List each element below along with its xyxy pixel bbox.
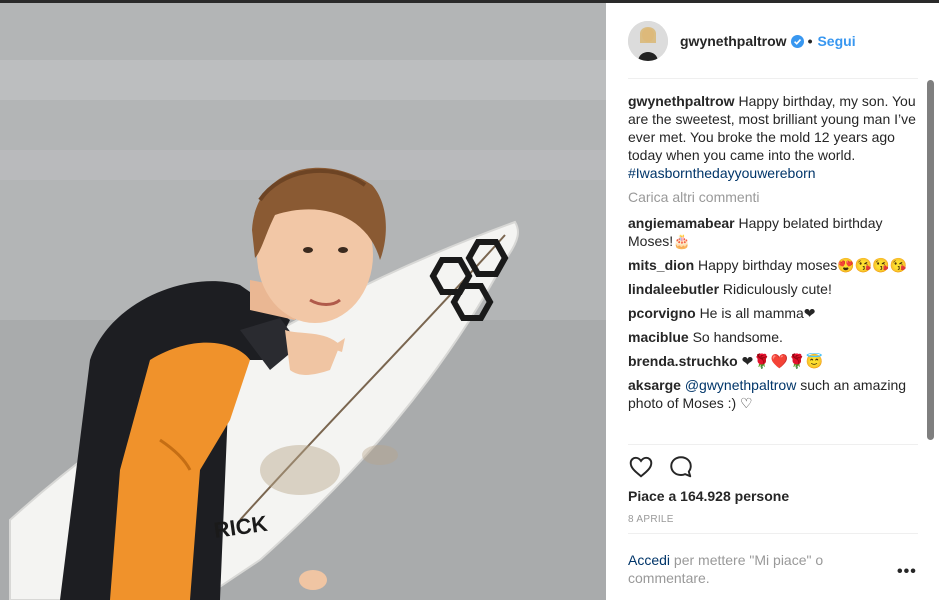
post-photo[interactable]: RICK <box>0 0 606 600</box>
comment-username[interactable]: lindaleebutler <box>628 281 719 297</box>
comment-text: Happy birthday moses😍😘😘😘 <box>698 257 908 273</box>
comments-list: gwynethpaltrow Happy birthday, my son. Y… <box>628 92 918 444</box>
comments-divider <box>628 444 918 445</box>
comment-username[interactable]: pcorvigno <box>628 305 696 321</box>
comment: aksarge @gwynethpaltrow such an amazing … <box>628 376 918 412</box>
avatar[interactable] <box>628 21 668 61</box>
header-divider <box>628 78 918 79</box>
comment-text: Ridiculously cute! <box>722 281 832 297</box>
comment-username[interactable]: angiemamabear <box>628 215 735 231</box>
comment-username[interactable]: maciblue <box>628 329 689 345</box>
footer-divider <box>628 533 918 534</box>
comment-username[interactable]: aksarge <box>628 377 681 393</box>
comment-username[interactable]: brenda.struchko <box>628 353 738 369</box>
scrollbar-thumb[interactable] <box>927 80 934 440</box>
window-top-edge <box>606 0 939 3</box>
caption-hashtag[interactable]: #Iwasbornthedayyouwereborn <box>628 165 816 181</box>
more-options-icon[interactable]: ••• <box>897 563 917 581</box>
comment-username[interactable]: mits_dion <box>628 257 694 273</box>
load-more-comments-link[interactable]: Carica altri commenti <box>628 188 918 206</box>
likes-count[interactable]: Piace a 164.928 persone <box>628 488 789 504</box>
login-prompt: Accedi per mettere "Mi piace" o commenta… <box>628 551 878 587</box>
follow-button[interactable]: Segui <box>817 33 855 49</box>
comment-mention[interactable]: @gwynethpaltrow <box>685 377 797 393</box>
comments-scrollbar[interactable] <box>926 80 935 444</box>
comment-text: ❤🌹❤️🌹😇 <box>741 353 824 369</box>
comment-text: He is all mamma❤ <box>699 305 816 321</box>
verified-badge-icon <box>790 34 804 48</box>
post-side-panel: gwynethpaltrow • Segui gwynethpaltrow Ha… <box>606 0 939 600</box>
heart-icon[interactable] <box>628 454 654 480</box>
caption: gwynethpaltrow Happy birthday, my son. Y… <box>628 92 918 182</box>
surfer-photo-illustration: RICK <box>0 3 606 600</box>
caption-username[interactable]: gwynethpaltrow <box>628 93 735 109</box>
post-actions <box>628 453 708 481</box>
comment-bubble-icon[interactable] <box>668 454 694 480</box>
comment: mits_dion Happy birthday moses😍😘😘😘 <box>628 256 918 274</box>
comment: maciblue So handsome. <box>628 328 918 346</box>
post-header: gwynethpaltrow • Segui <box>628 18 918 64</box>
login-link[interactable]: Accedi <box>628 552 670 568</box>
comment: angiemamabear Happy belated birthday Mos… <box>628 214 918 250</box>
comment-text: So handsome. <box>692 329 783 345</box>
comment: lindaleebutler Ridiculously cute! <box>628 280 918 298</box>
header-username[interactable]: gwynethpaltrow <box>680 33 787 49</box>
comment: brenda.struchko ❤🌹❤️🌹😇 <box>628 352 918 370</box>
post-date: 8 APRILE <box>628 514 674 525</box>
comment: pcorvigno He is all mamma❤ <box>628 304 918 322</box>
header-separator: • <box>807 33 813 49</box>
